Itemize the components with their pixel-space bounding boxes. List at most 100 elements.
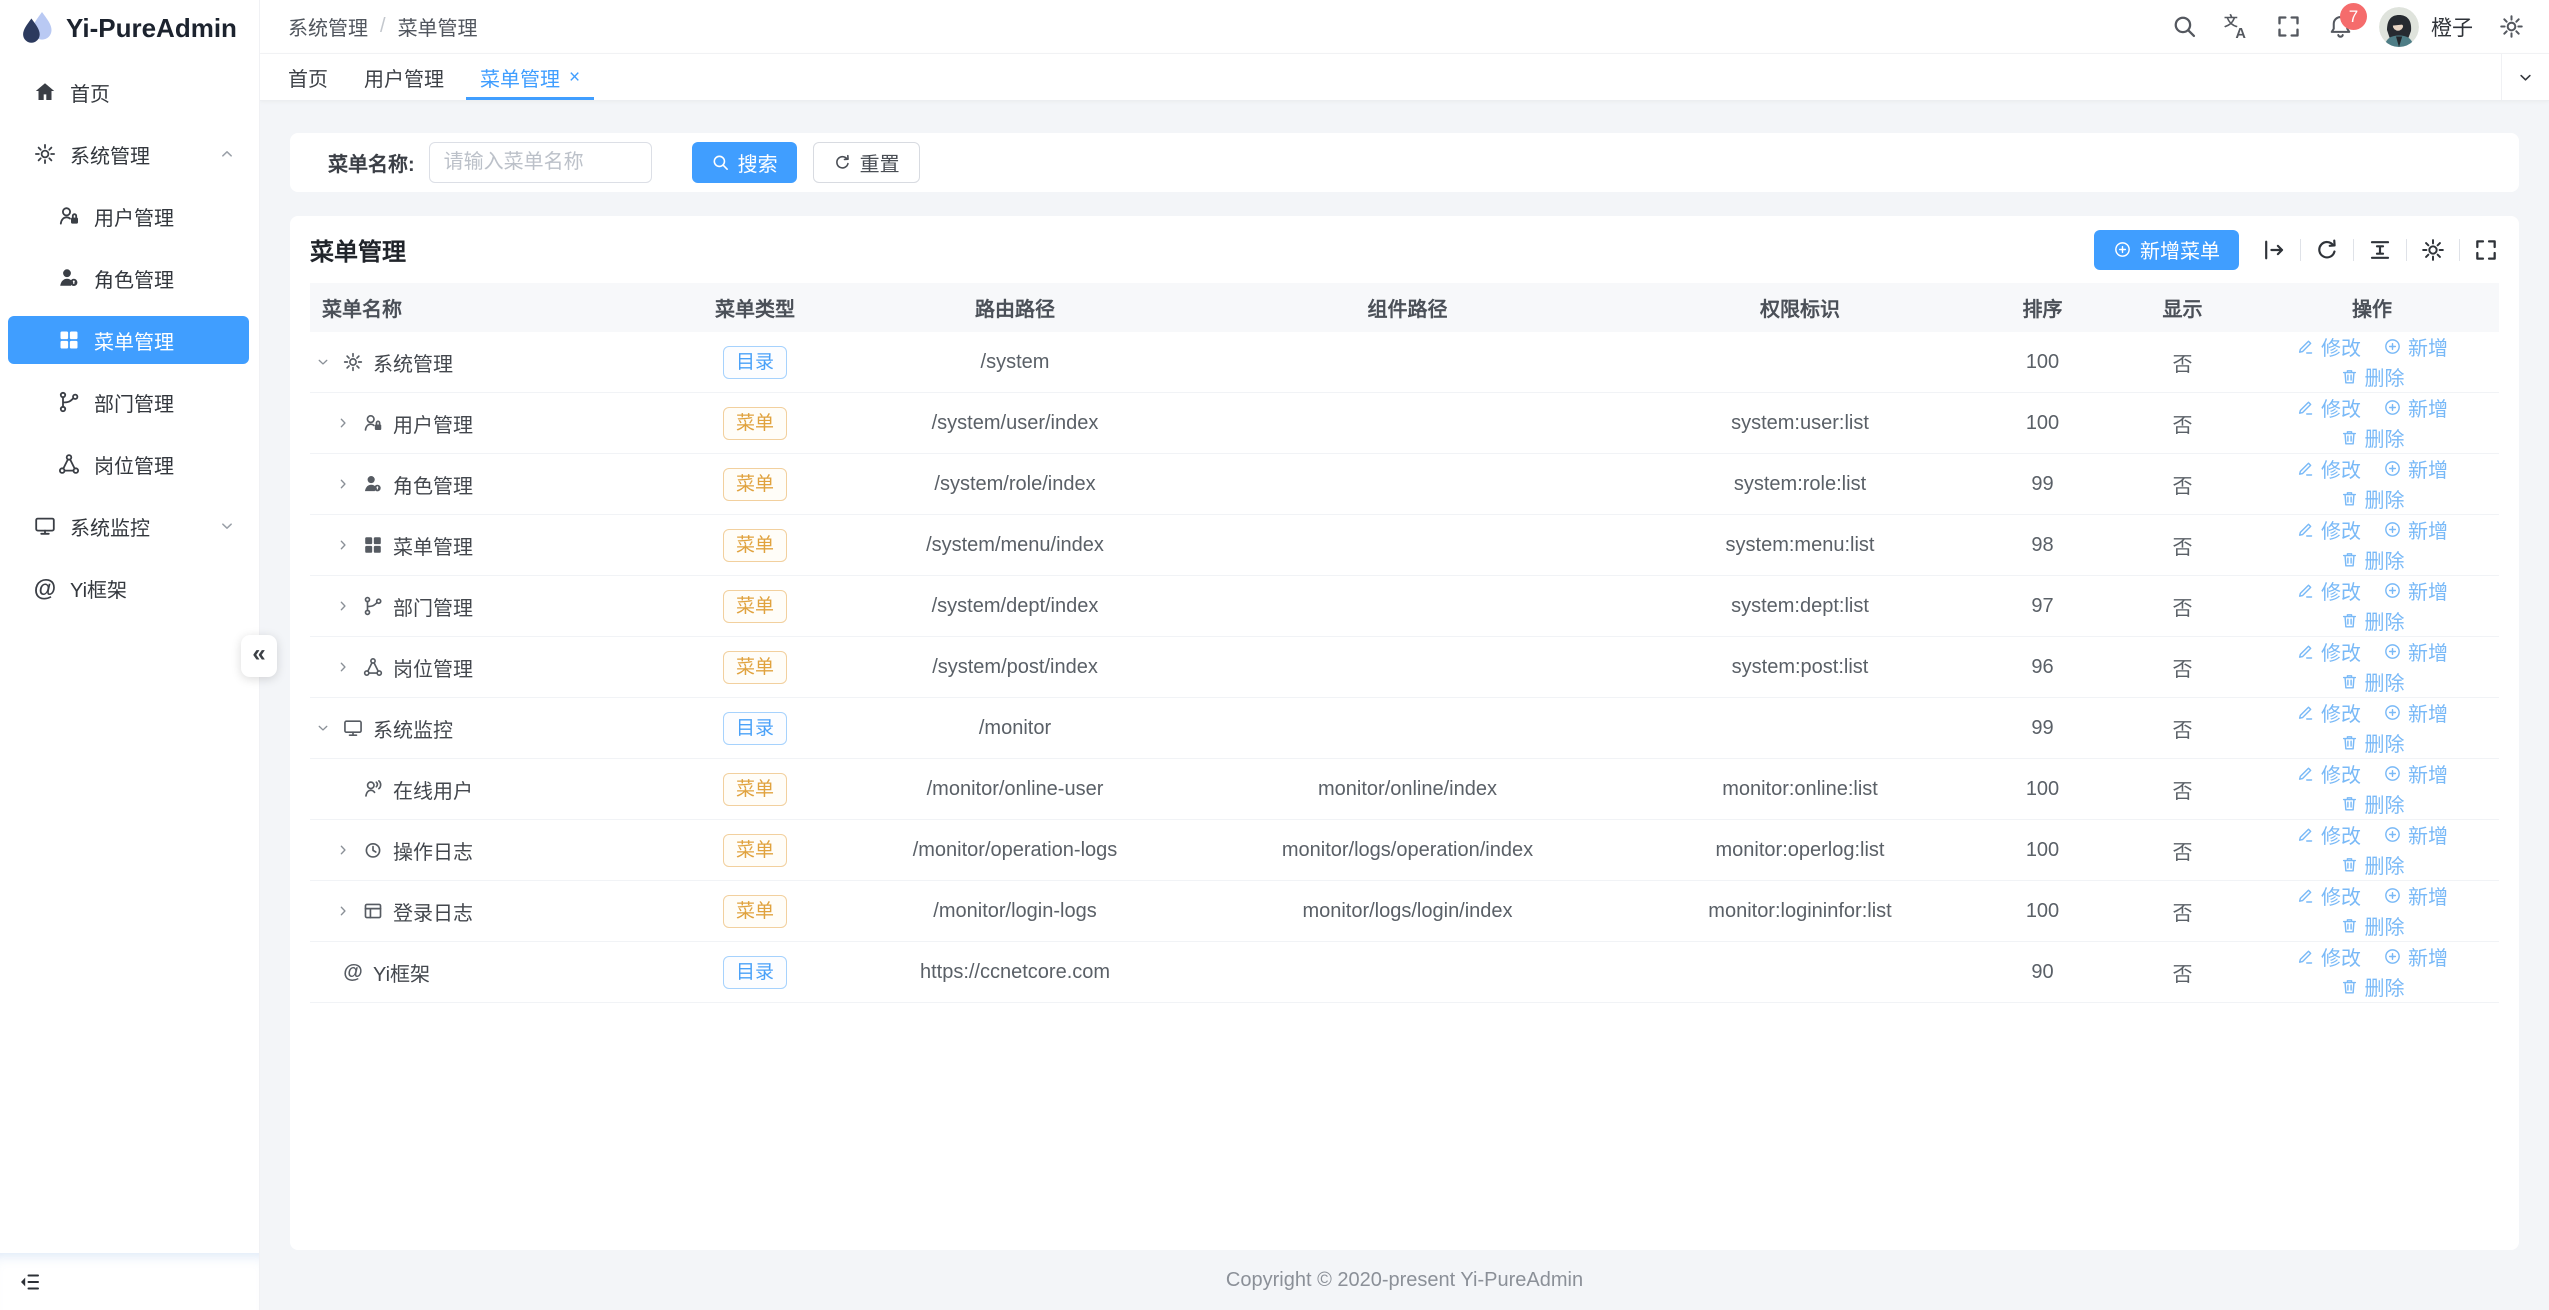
delete-link[interactable]: 删除 [2340,423,2405,452]
expand-toggle[interactable] [330,410,356,436]
gear-icon [33,142,57,166]
sidebar-item-dept[interactable]: 部门管理 [0,371,259,433]
tabs-dropdown-button[interactable] [2501,54,2549,100]
add-link[interactable]: 新增 [2383,881,2448,910]
action-label: 修改 [2321,576,2361,605]
add-link[interactable]: 新增 [2383,454,2448,483]
sort-cell: 98 [1965,515,2120,576]
notifications-button[interactable]: 7 [2327,13,2354,40]
edit-link[interactable]: 修改 [2296,515,2361,544]
refresh-icon[interactable] [2314,237,2340,263]
component-cell [1180,515,1635,576]
name-cell: 操作日志 [310,836,660,865]
plus-circle-icon [2383,642,2402,661]
sidebar-collapse-button[interactable]: « [241,635,277,677]
add-link[interactable]: 新增 [2383,515,2448,544]
expand-toggle[interactable] [330,898,356,924]
edit-link[interactable]: 修改 [2296,942,2361,971]
expand-toggle[interactable] [330,471,356,497]
edit-link[interactable]: 修改 [2296,454,2361,483]
breadcrumb-item[interactable]: 菜单管理 [398,12,478,41]
delete-link[interactable]: 删除 [2340,545,2405,574]
trash-icon [2340,428,2359,447]
delete-link[interactable]: 删除 [2340,972,2405,1001]
add-link[interactable]: 新增 [2383,759,2448,788]
menu-fold-icon[interactable] [18,1270,42,1294]
sidebar-item-monitor[interactable]: 系统监控 [0,495,259,557]
user-menu[interactable]: 橙子 [2379,7,2473,47]
edit-link[interactable]: 修改 [2296,393,2361,422]
density-icon[interactable] [2367,237,2393,263]
add-link[interactable]: 新增 [2383,576,2448,605]
search-icon[interactable] [2171,13,2198,40]
settings-gear-icon[interactable] [2498,13,2525,40]
search-icon [711,153,730,172]
sidebar-item-user[interactable]: 用户管理 [0,185,259,247]
delete-link[interactable]: 删除 [2340,911,2405,940]
column-settings-gear-icon[interactable] [2420,237,2446,263]
delete-link[interactable]: 删除 [2340,789,2405,818]
action-label: 新增 [2408,332,2448,361]
edit-link[interactable]: 修改 [2296,881,2361,910]
delete-link[interactable]: 删除 [2340,850,2405,879]
expand-toggle[interactable] [330,654,356,680]
trash-icon [2340,672,2359,691]
add-menu-button[interactable]: 新增菜单 [2094,230,2239,270]
expand-toggle[interactable] [330,593,356,619]
tab-用户管理[interactable]: 用户管理 [346,54,462,100]
delete-link[interactable]: 删除 [2340,606,2405,635]
search-button[interactable]: 搜索 [692,142,797,183]
menu-type-tag: 菜单 [723,773,787,806]
edit-link[interactable]: 修改 [2296,698,2361,727]
sidebar-item-gear[interactable]: 系统管理 [0,123,259,185]
add-link[interactable]: 新增 [2383,332,2448,361]
fullscreen-icon[interactable] [2473,237,2499,263]
close-icon[interactable]: × [569,68,580,87]
menu-name-input[interactable] [429,142,652,183]
delete-link[interactable]: 删除 [2340,484,2405,513]
add-link[interactable]: 新增 [2383,637,2448,666]
breadcrumb-item[interactable]: 系统管理 [288,12,368,41]
expand-table-icon[interactable] [2261,237,2287,263]
add-link[interactable]: 新增 [2383,942,2448,971]
sidebar-item-grid[interactable]: 菜单管理 [8,316,249,364]
at-icon: @ [342,961,364,983]
visible-cell: 否 [2120,637,2245,698]
add-link[interactable]: 新增 [2383,820,2448,849]
sidebar-item-home[interactable]: 首页 [0,61,259,123]
add-link[interactable]: 新增 [2383,393,2448,422]
actions-cell: 修改新增删除 [2245,759,2499,820]
reset-button[interactable]: 重置 [813,142,920,183]
edit-link[interactable]: 修改 [2296,820,2361,849]
sidebar-item-at[interactable]: @Yi框架 [0,557,259,619]
sidebar-item-role[interactable]: 角色管理 [0,247,259,309]
visible-cell: 否 [2120,576,2245,637]
expand-toggle[interactable] [310,349,336,375]
translate-icon[interactable]: 文A [2223,13,2250,40]
fullscreen-icon[interactable] [2275,13,2302,40]
expand-toggle[interactable] [330,532,356,558]
delete-link[interactable]: 删除 [2340,728,2405,757]
visible-cell: 否 [2120,698,2245,759]
column-header: 组件路径 [1180,283,1635,332]
sort-cell: 100 [1965,820,2120,881]
delete-link[interactable]: 删除 [2340,362,2405,391]
edit-link[interactable]: 修改 [2296,759,2361,788]
tab-菜单管理[interactable]: 菜单管理× [462,54,598,100]
add-link[interactable]: 新增 [2383,698,2448,727]
action-label: 修改 [2321,393,2361,422]
column-header: 菜单类型 [660,283,850,332]
edit-link[interactable]: 修改 [2296,576,2361,605]
route-cell: /monitor/login-logs [850,881,1180,942]
edit-link[interactable]: 修改 [2296,332,2361,361]
expand-toggle[interactable] [310,715,336,741]
tab-首页[interactable]: 首页 [270,54,346,100]
trash-icon [2340,550,2359,569]
sidebar-item-post[interactable]: 岗位管理 [0,433,259,495]
avatar [2379,7,2419,47]
edit-link[interactable]: 修改 [2296,637,2361,666]
action-label: 新增 [2408,698,2448,727]
delete-link[interactable]: 删除 [2340,667,2405,696]
logo[interactable]: Yi-PureAdmin [0,0,259,57]
expand-toggle[interactable] [330,837,356,863]
